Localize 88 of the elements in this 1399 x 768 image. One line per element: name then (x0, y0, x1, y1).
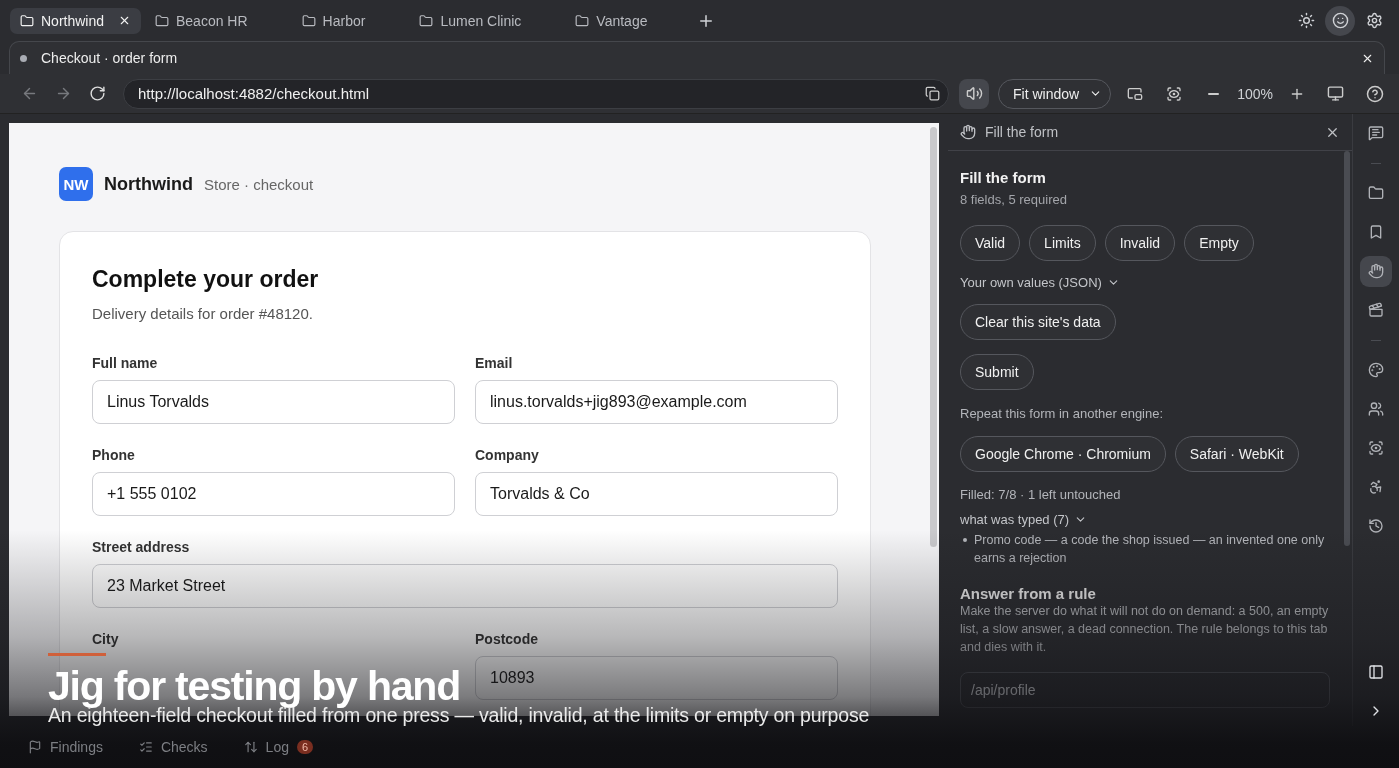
message-icon (1368, 125, 1384, 142)
history-icon (1368, 518, 1384, 534)
preset-button[interactable]: Valid (960, 225, 1021, 261)
speaker-button[interactable] (959, 78, 989, 109)
folder-icon (419, 13, 434, 28)
typed-note: Promo code — a code the shop issued — an invented one only earns a rejection (960, 531, 1332, 567)
hand-icon (1368, 263, 1384, 280)
folder-icon (1368, 185, 1384, 202)
folder-icon (575, 13, 590, 28)
address-field[interactable]: http://localhost:4882/checkout.html (123, 78, 949, 109)
bottom-tab[interactable]: Checks (138, 739, 208, 755)
browser-tab[interactable]: Northwind (10, 7, 141, 34)
hand-button[interactable] (1360, 255, 1392, 287)
field-label: Street address (92, 539, 190, 555)
arrows-icon (243, 740, 258, 754)
field-label: Phone (92, 447, 135, 463)
rule-description: Make the server do what it will not do on demand: a 500, an empty list, a slow answer, a dead connection. The rule belongs to this tab and dies with it. (960, 603, 1330, 656)
palette-icon (1368, 362, 1384, 379)
input-field[interactable]: +1 555 0102 (92, 472, 455, 516)
reload-icon[interactable] (89, 85, 106, 102)
back-icon[interactable] (21, 85, 38, 102)
zoom-level: 100% (1237, 85, 1273, 102)
folder-icon (301, 13, 316, 28)
smiley-button[interactable] (1325, 5, 1355, 36)
bookmark-icon (1368, 224, 1384, 241)
input-field[interactable]: Linus Torvalds (92, 380, 455, 424)
typed-toggle[interactable]: what was typed (7) (960, 512, 1088, 527)
document-tab[interactable]: Checkout · order form (9, 41, 1385, 74)
preset-button[interactable]: Empty (1184, 225, 1254, 261)
accent-line (48, 653, 106, 656)
field-label: Full name (92, 355, 158, 371)
speaker-icon (965, 85, 983, 102)
panel-icon (1368, 663, 1384, 680)
browser-tab[interactable]: Vantage (565, 7, 688, 34)
browser-tab[interactable]: Harbor (291, 7, 406, 34)
checklist-icon (138, 740, 153, 754)
minus-icon (1207, 92, 1219, 95)
bottom-tab[interactable]: Log 6 (243, 739, 314, 755)
input-field[interactable]: Torvalds & Co (475, 472, 838, 516)
input-field[interactable]: 23 Market Street (92, 564, 838, 608)
browser-tab[interactable]: Lumen Clinic (409, 7, 562, 34)
field-label: Company (475, 447, 539, 463)
monitor-icon (1327, 85, 1345, 102)
status-dot (20, 54, 27, 62)
preset-button[interactable]: Limits (1029, 225, 1096, 261)
users-icon (1368, 401, 1384, 418)
forward-icon[interactable] (55, 85, 72, 102)
hand-icon (960, 124, 976, 140)
engine-button[interactable]: Safari · WebKit (1174, 436, 1299, 472)
preset-button[interactable]: Invalid (1104, 225, 1176, 261)
folder-icon (155, 13, 169, 28)
rule-title: Answer from a rule (960, 585, 1096, 602)
own-values-toggle[interactable]: Your own values (JSON) (960, 275, 1120, 290)
rule-input[interactable]: /api/profile (960, 672, 1330, 708)
eye-scan-icon (1368, 440, 1384, 457)
brand-name: Northwind (104, 173, 193, 195)
filled-status: Filled: 7/8 · 1 left untouched (960, 487, 1121, 502)
count-badge: 6 (296, 740, 314, 754)
field-label: Email (475, 355, 513, 371)
action-button[interactable]: Clear this site's data (960, 304, 1116, 340)
panel-title: Fill the form (985, 124, 1060, 140)
logo: NW (59, 167, 93, 201)
clapperboard-icon (1368, 302, 1384, 319)
brand-subtitle: Store · checkout (204, 175, 314, 193)
input-field[interactable]: linus.torvalds+jig893@example.com (475, 380, 838, 424)
engines-label: Repeat this form in another engine: (960, 406, 1164, 421)
accessibility-icon (1368, 479, 1384, 496)
form-intro: Delivery details for order #48120. (92, 305, 314, 322)
sun-icon (1297, 12, 1315, 29)
picture-in-picture-icon (1127, 85, 1144, 102)
input-field[interactable]: 10893 (475, 656, 838, 700)
settings-icon (1365, 12, 1383, 29)
field-label: Postcode (475, 631, 538, 647)
action-button[interactable]: Submit (960, 354, 1034, 390)
bottom-tab[interactable]: Findings (28, 739, 103, 755)
flag-icon (28, 740, 42, 754)
field-label: City (92, 631, 119, 647)
eye-scan-icon (1166, 85, 1183, 102)
help-icon (1365, 84, 1384, 103)
form-heading: Complete your order (92, 266, 320, 293)
folder-icon (20, 13, 34, 28)
close-icon[interactable] (118, 14, 131, 27)
smiley-icon (1331, 12, 1349, 29)
section-title: Fill the form (960, 169, 1046, 186)
browser-tab[interactable]: Beacon HR (145, 7, 288, 34)
copy-icon[interactable] (925, 86, 940, 101)
field-summary: 8 fields, 5 required (960, 192, 1067, 207)
engine-button[interactable]: Google Chrome · Chromium (960, 436, 1166, 472)
